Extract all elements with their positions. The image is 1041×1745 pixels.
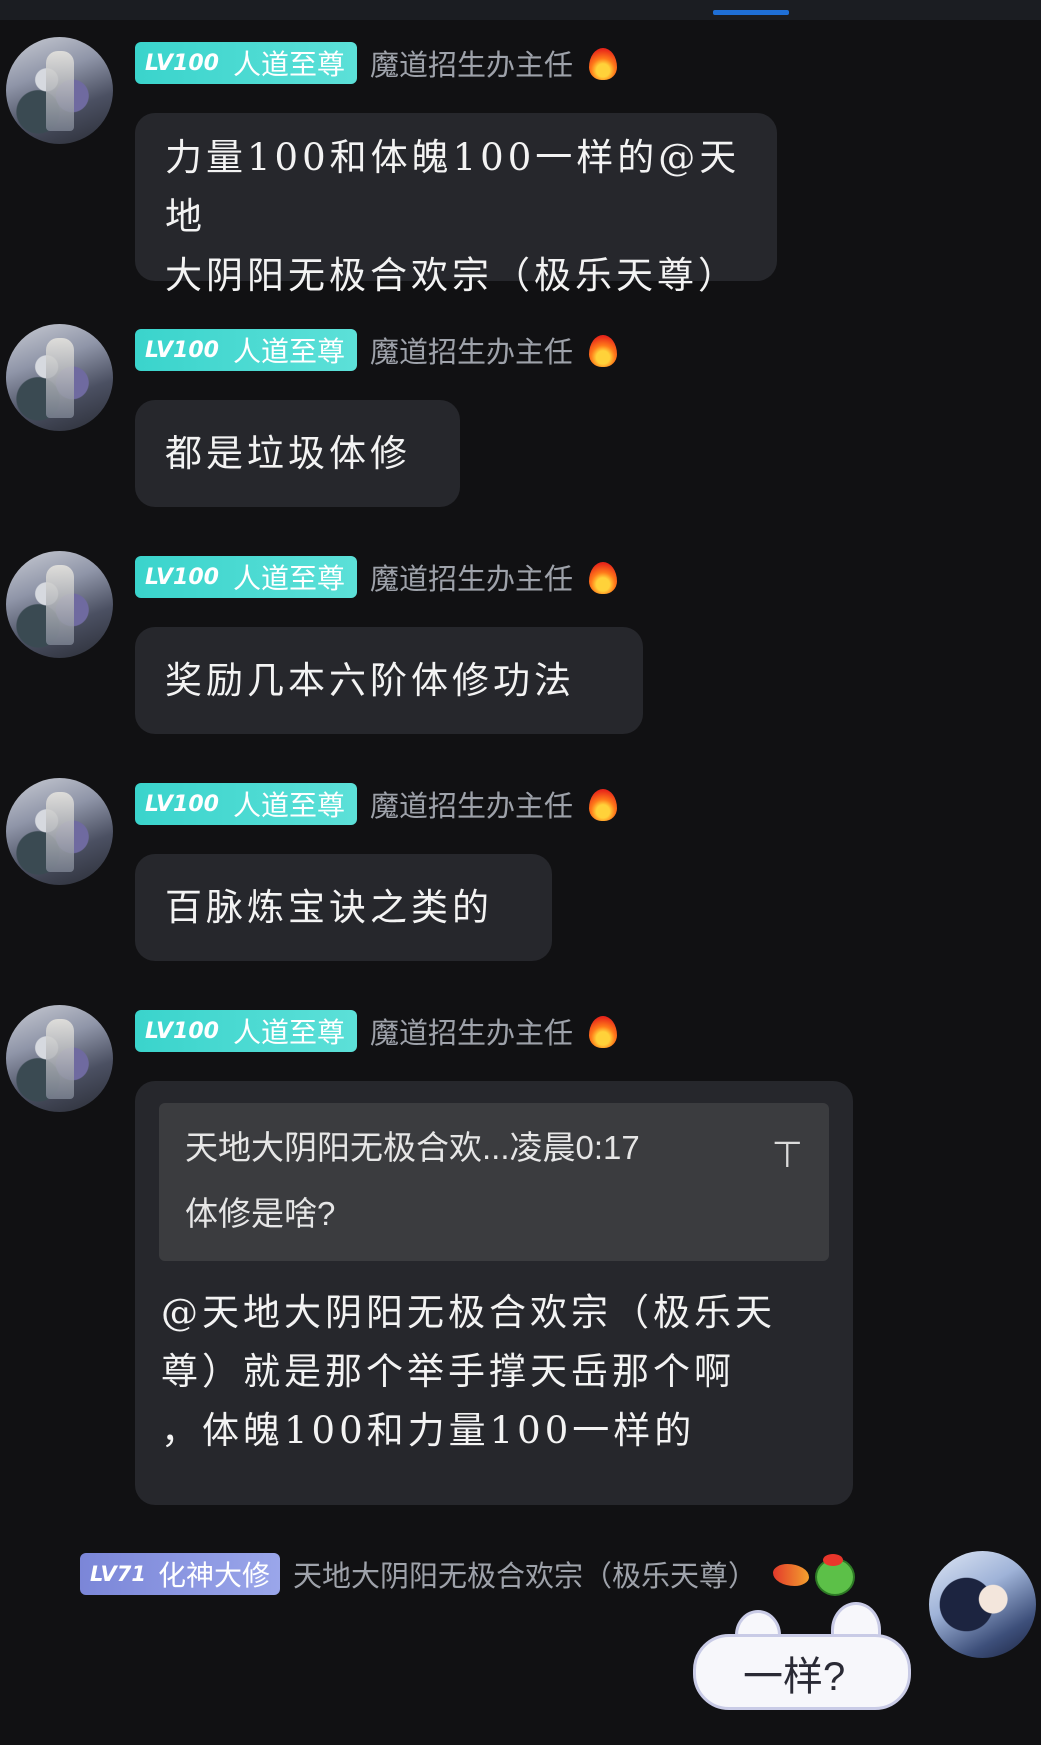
flame-icon <box>585 556 621 598</box>
quote-header: 天地大阴阳无极合欢...凌晨0:17 <box>185 1129 640 1166</box>
level-label: LV100 <box>145 1018 219 1044</box>
up-arrow-icon[interactable]: ⊤ <box>772 1125 803 1184</box>
message-line: 尊）就是那个举手撑天岳那个啊 <box>161 1350 735 1393</box>
message-bubble[interactable]: 奖励几本六阶体修功法 <box>135 627 643 734</box>
sticker-text: 一样? <box>743 1655 846 1699</box>
message-line: 大阴阳无极合欢宗（极乐天尊） <box>165 254 739 297</box>
sender-avatar[interactable] <box>6 1005 113 1112</box>
sticker-message[interactable]: 一样? <box>685 1600 920 1712</box>
level-badge: LV100 人道至尊 <box>135 1010 357 1052</box>
my-level-label: LV71 <box>90 1562 146 1586</box>
active-tab-indicator <box>713 10 789 15</box>
rank-label: 人道至尊 <box>232 48 345 81</box>
rank-label: 人道至尊 <box>232 1016 345 1049</box>
message-line: 力量100和体魄100一样的@天地 <box>165 136 741 238</box>
sender-avatar[interactable] <box>6 778 113 885</box>
message-line: 奖励几本六阶体修功法 <box>165 659 575 702</box>
quoted-message[interactable]: 天地大阴阳无极合欢...凌晨0:17 体修是啥? ⊤ <box>159 1103 829 1261</box>
rank-label: 人道至尊 <box>232 335 345 368</box>
flame-icon <box>585 329 621 371</box>
level-badge: LV100 人道至尊 <box>135 42 357 84</box>
level-label: LV100 <box>145 791 219 817</box>
level-badge: LV100 人道至尊 <box>135 783 357 825</box>
flame-icon <box>585 42 621 84</box>
message-bubble[interactable]: 百脉炼宝诀之类的 <box>135 854 552 961</box>
level-label: LV100 <box>145 564 219 590</box>
level-badge: LV100 人道至尊 <box>135 329 357 371</box>
level-label: LV100 <box>145 50 219 76</box>
sender-header: LV100 人道至尊 魔道招生办主任 <box>135 783 621 825</box>
flame-icon <box>585 783 621 825</box>
message-line: 都是垃圾体修 <box>165 432 411 475</box>
message-bubble[interactable]: 天地大阴阳无极合欢...凌晨0:17 体修是啥? ⊤ @天地大阴阳无极合欢宗（极… <box>135 1081 853 1505</box>
sender-nickname[interactable]: 魔道招生办主任 <box>370 556 573 598</box>
sender-nickname[interactable]: 魔道招生办主任 <box>370 783 573 825</box>
message-line: 百脉炼宝诀之类的 <box>165 886 493 929</box>
sender-header: LV100 人道至尊 魔道招生办主任 <box>135 42 621 84</box>
level-label: LV100 <box>145 337 219 363</box>
my-header: LV71 化神大修 天地大阴阳无极合欢宗（极乐天尊） <box>80 1553 855 1596</box>
level-badge: LV100 人道至尊 <box>135 556 357 598</box>
message-line: ，体魄100和力量100一样的 <box>161 1409 696 1452</box>
sender-nickname[interactable]: 魔道招生办主任 <box>370 42 573 84</box>
my-rank-label: 化神大修 <box>157 1559 270 1592</box>
sender-avatar[interactable] <box>6 37 113 144</box>
sender-nickname[interactable]: 魔道招生办主任 <box>370 1010 573 1052</box>
sender-header: LV100 人道至尊 魔道招生办主任 <box>135 556 621 598</box>
frog-icon <box>813 1554 855 1596</box>
sender-header: LV100 人道至尊 魔道招生办主任 <box>135 1010 621 1052</box>
flame-icon <box>585 1010 621 1052</box>
message-line: @天地大阴阳无极合欢宗（极乐天 <box>161 1291 776 1334</box>
my-avatar[interactable] <box>929 1551 1036 1658</box>
top-bar <box>0 0 1041 20</box>
rank-label: 人道至尊 <box>232 789 345 822</box>
sender-nickname[interactable]: 魔道招生办主任 <box>370 329 573 371</box>
sender-avatar[interactable] <box>6 324 113 431</box>
message-bubble[interactable]: 都是垃圾体修 <box>135 400 460 507</box>
dragon-icon <box>771 1554 811 1594</box>
quote-text: 体修是啥? <box>185 1195 336 1232</box>
sender-avatar[interactable] <box>6 551 113 658</box>
message-bubble[interactable]: 力量100和体魄100一样的@天地 大阴阳无极合欢宗（极乐天尊） <box>135 113 777 297</box>
my-nickname[interactable]: 天地大阴阳无极合欢宗（极乐天尊） <box>293 1553 757 1595</box>
rank-label: 人道至尊 <box>232 562 345 595</box>
my-level-badge: LV71 化神大修 <box>80 1553 280 1595</box>
sender-header: LV100 人道至尊 魔道招生办主任 <box>135 329 621 371</box>
